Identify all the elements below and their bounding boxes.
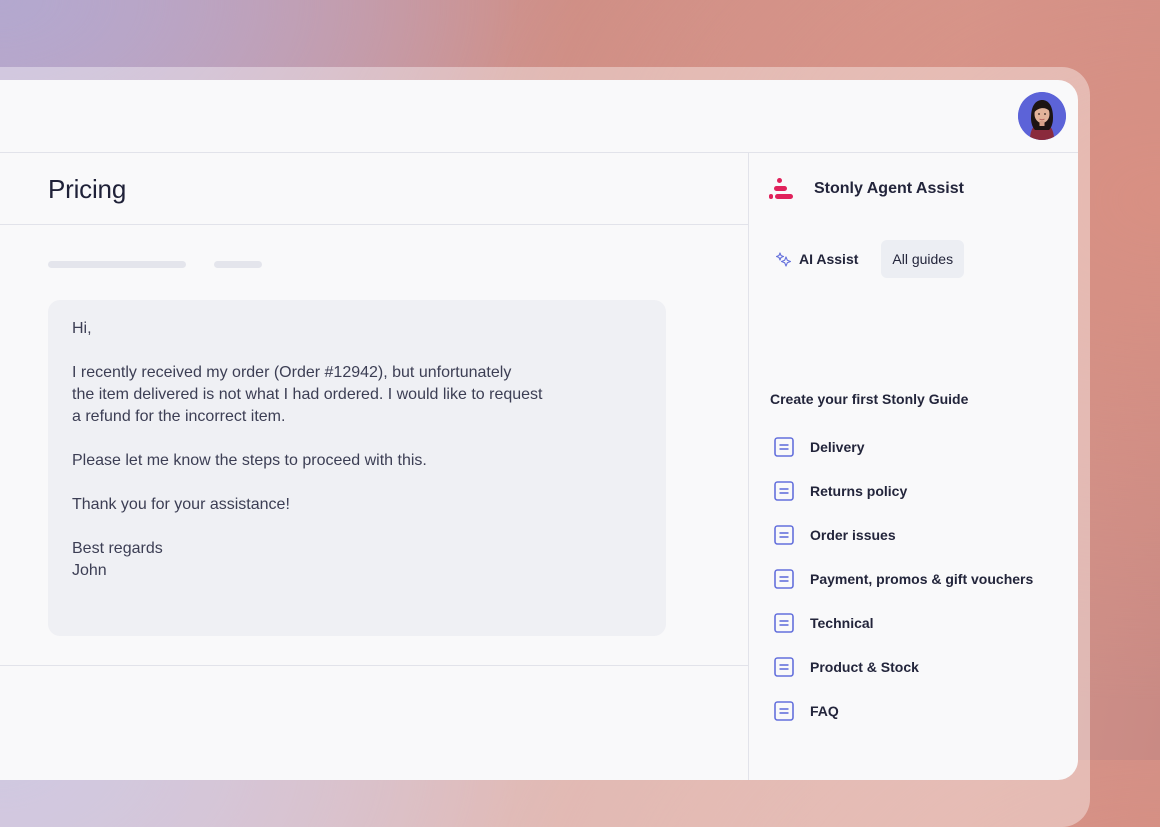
message-paragraph: Please let me know the steps to proceed … bbox=[72, 452, 427, 469]
page-title: Pricing bbox=[48, 174, 127, 204]
guide-label: Returns policy bbox=[810, 483, 908, 499]
message-paragraph: Thank you for your assistance! bbox=[72, 496, 290, 513]
message-paragraph: Best regards John bbox=[72, 540, 163, 579]
guide-item-payment[interactable]: Payment, promos & gift vouchers bbox=[774, 557, 1033, 601]
top-bar bbox=[0, 80, 1078, 153]
user-avatar[interactable] bbox=[1018, 92, 1066, 140]
app-window: Pricing Hi, I recently received my order… bbox=[0, 80, 1078, 780]
guide-label: Technical bbox=[810, 615, 874, 631]
document-icon bbox=[774, 613, 794, 633]
guide-list: Delivery Returns policy Order issues Pay… bbox=[774, 425, 1033, 733]
document-icon bbox=[774, 569, 794, 589]
message-paragraph: I recently received my order (Order #129… bbox=[72, 364, 543, 425]
tab-all-guides[interactable]: All guides bbox=[881, 240, 965, 278]
sparkle-icon bbox=[776, 252, 792, 267]
avatar-photo-icon bbox=[1018, 92, 1066, 140]
sidebar-title: Stonly Agent Assist bbox=[814, 180, 964, 197]
document-icon bbox=[774, 525, 794, 545]
document-icon bbox=[774, 437, 794, 457]
guide-item-faq[interactable]: FAQ bbox=[774, 689, 1033, 733]
guide-label: FAQ bbox=[810, 703, 839, 719]
guide-label: Delivery bbox=[810, 439, 865, 455]
document-icon bbox=[774, 657, 794, 677]
customer-message: Hi, I recently received my order (Order … bbox=[48, 300, 666, 636]
guide-item-returns-policy[interactable]: Returns policy bbox=[774, 469, 1033, 513]
sidebar-tabs: AI Assist All guides bbox=[768, 240, 965, 278]
guide-item-technical[interactable]: Technical bbox=[774, 601, 1033, 645]
guide-item-product-stock[interactable]: Product & Stock bbox=[774, 645, 1033, 689]
main-panel: Pricing Hi, I recently received my order… bbox=[0, 153, 749, 780]
tab-label: AI Assist bbox=[799, 251, 859, 267]
guide-item-order-issues[interactable]: Order issues bbox=[774, 513, 1033, 557]
tab-label: All guides bbox=[892, 251, 954, 267]
divider bbox=[0, 665, 748, 666]
document-icon bbox=[774, 701, 794, 721]
loading-placeholder-bar bbox=[214, 261, 262, 268]
stonly-logo-icon bbox=[769, 178, 793, 199]
guides-heading: Create your first Stonly Guide bbox=[770, 391, 969, 407]
message-body: Hi, I recently received my order (Order … bbox=[72, 318, 652, 582]
tab-ai-assist[interactable]: AI Assist bbox=[768, 240, 869, 278]
guide-item-delivery[interactable]: Delivery bbox=[774, 425, 1033, 469]
guide-label: Payment, promos & gift vouchers bbox=[810, 571, 1034, 587]
guide-label: Order issues bbox=[810, 527, 896, 543]
guide-label: Product & Stock bbox=[810, 659, 919, 675]
message-paragraph: Hi, bbox=[72, 320, 92, 337]
sidebar-header: Stonly Agent Assist bbox=[769, 177, 964, 201]
agent-assist-sidebar: Stonly Agent Assist AI Assist All guides… bbox=[749, 153, 1078, 780]
loading-placeholder-bar bbox=[48, 261, 186, 268]
page-header: Pricing bbox=[0, 153, 748, 225]
document-icon bbox=[774, 481, 794, 501]
